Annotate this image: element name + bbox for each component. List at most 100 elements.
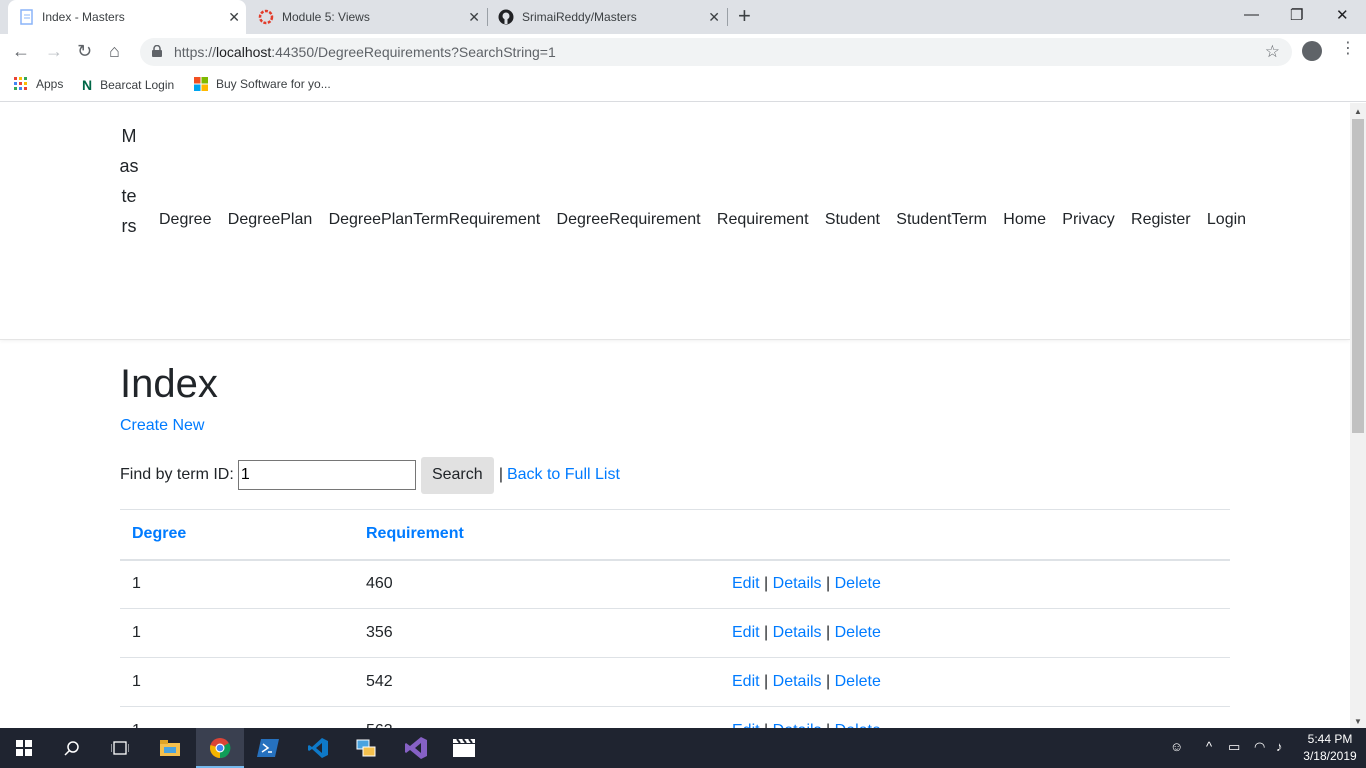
page-viewport: Masters Degree DegreePlan DegreePlanTerm… [0, 103, 1350, 728]
close-tab-icon[interactable]: ✕ [708, 9, 720, 26]
tab-github-masters[interactable]: SrimaiReddy/Masters ✕ [488, 0, 726, 34]
page-scrollbar[interactable]: ▲ ▼ [1350, 103, 1366, 728]
bookmark-label: Apps [36, 77, 64, 91]
battery-icon[interactable]: ▭ [1228, 739, 1240, 755]
tab-index-masters[interactable]: Index - Masters ✕ [8, 0, 246, 34]
task-view-icon[interactable] [96, 728, 144, 768]
people-icon[interactable]: ☺ [1170, 739, 1183, 754]
clock-time: 5:44 PM [1307, 732, 1353, 746]
site-brand[interactable]: Masters [119, 121, 139, 241]
cell-degree: 1 [120, 559, 354, 609]
scroll-down-icon[interactable]: ▼ [1354, 717, 1362, 726]
cell-actions: Edit | Details | Delete [720, 706, 1230, 728]
browser-toolbar: ← → ↻ ⌂ https://localhost:44350/DegreeRe… [0, 34, 1366, 70]
column-header-degree[interactable]: Degree [120, 509, 354, 561]
back-to-full-list-link[interactable]: Back to Full List [507, 466, 620, 484]
new-tab-icon[interactable]: + [738, 5, 751, 27]
close-tab-icon[interactable]: ✕ [468, 9, 480, 26]
address-bar[interactable]: https://localhost:44350/DegreeRequiremen… [140, 38, 1292, 66]
search-input[interactable] [237, 460, 416, 490]
visual-studio-icon[interactable] [392, 728, 440, 768]
cell-requirement: 542 [354, 657, 720, 707]
separator: | [764, 673, 769, 690]
table-row: 1 460 Edit | Details | Delete [120, 559, 1230, 609]
file-explorer-icon[interactable] [146, 728, 194, 768]
table-row: 1 542 Edit | Details | Delete [120, 657, 1230, 707]
scrollbar-thumb[interactable] [1352, 119, 1364, 433]
bookmark-buy-software[interactable]: Buy Software for yo... [194, 77, 331, 91]
restore-icon[interactable]: ❐ [1290, 6, 1303, 24]
cell-actions: Edit | Details | Delete [720, 559, 1230, 609]
microsoft-icon [194, 77, 208, 91]
nav-home[interactable]: Home [1003, 211, 1046, 229]
search-icon[interactable] [48, 728, 96, 768]
show-hidden-icons-icon[interactable]: ^ [1206, 739, 1212, 754]
vscode-icon[interactable] [294, 728, 342, 768]
bookmark-star-icon[interactable]: ☆ [1265, 42, 1280, 62]
menu-kebab-icon[interactable]: ⋮ [1340, 40, 1356, 58]
column-header-actions [720, 509, 1230, 561]
bookmark-label: Bearcat Login [100, 78, 175, 92]
video-editor-icon[interactable] [440, 728, 488, 768]
volume-icon[interactable]: ♪ [1276, 739, 1283, 754]
window-close-icon[interactable]: ✕ [1336, 6, 1349, 24]
page-title: Index [120, 362, 218, 406]
nav-privacy[interactable]: Privacy [1062, 211, 1114, 229]
cell-requirement: 563 [354, 706, 720, 728]
nav-degree[interactable]: Degree [159, 211, 211, 229]
wifi-icon[interactable]: ◠ [1254, 739, 1265, 755]
details-link[interactable]: Details [773, 624, 822, 641]
nav-login[interactable]: Login [1207, 211, 1246, 229]
details-link[interactable]: Details [773, 673, 822, 690]
tab-title: Index - Masters [42, 10, 125, 24]
cell-actions: Edit | Details | Delete [720, 608, 1230, 658]
nav-degreerequirement[interactable]: DegreeRequirement [557, 211, 701, 229]
cell-actions: Edit | Details | Delete [720, 657, 1230, 707]
chrome-icon[interactable] [196, 728, 244, 768]
nav-degreeplantermrequirement[interactable]: DegreePlanTermRequirement [329, 211, 541, 229]
nav-student[interactable]: Student [825, 211, 880, 229]
cell-degree: 1 [120, 706, 354, 728]
search-form: Find by term ID: Search | Back to Full L… [120, 456, 620, 494]
forward-arrow-icon[interactable]: → [45, 41, 63, 61]
reload-icon[interactable]: ↻ [77, 41, 92, 61]
system-clock[interactable]: 5:44 PM 3/18/2019 [1300, 731, 1360, 765]
table-row: 1 563 Edit | Details | Delete [120, 706, 1230, 728]
bookmarks-bar: Apps N Bearcat Login Buy Software for yo… [0, 70, 1366, 102]
search-button[interactable]: Search [420, 456, 494, 494]
tab-title: SrimaiReddy/Masters [522, 10, 637, 24]
powershell-icon[interactable] [244, 728, 292, 768]
bookmark-apps[interactable]: Apps [14, 77, 63, 91]
browser-tab-bar: Index - Masters ✕ Module 5: Views ✕ Srim… [0, 0, 1366, 34]
nav-degreeplan[interactable]: DegreePlan [228, 211, 313, 229]
close-tab-icon[interactable]: ✕ [228, 9, 240, 26]
details-link[interactable]: Details [773, 575, 822, 592]
nav-studentterm[interactable]: StudentTerm [896, 211, 987, 229]
network-app-icon[interactable] [342, 728, 390, 768]
delete-link[interactable]: Delete [835, 575, 881, 592]
bookmark-bearcat-login[interactable]: N Bearcat Login [82, 77, 174, 93]
delete-link[interactable]: Delete [835, 624, 881, 641]
back-arrow-icon[interactable]: ← [12, 41, 30, 61]
tab-module-5-views[interactable]: Module 5: Views ✕ [248, 0, 486, 34]
edit-link[interactable]: Edit [732, 624, 760, 641]
profile-avatar-icon[interactable] [1302, 41, 1322, 61]
cell-degree: 1 [120, 608, 354, 658]
edit-link[interactable]: Edit [732, 575, 760, 592]
delete-link[interactable]: Delete [835, 673, 881, 690]
create-new-link[interactable]: Create New [120, 417, 204, 435]
lock-icon [152, 45, 162, 57]
apps-grid-icon [14, 77, 27, 90]
home-icon[interactable]: ⌂ [109, 41, 120, 61]
scroll-up-icon[interactable]: ▲ [1354, 107, 1362, 116]
nav-requirement[interactable]: Requirement [717, 211, 809, 229]
separator: | [826, 673, 831, 690]
edit-link[interactable]: Edit [732, 673, 760, 690]
nav-register[interactable]: Register [1131, 211, 1191, 229]
canvas-icon [258, 9, 274, 25]
page-icon [20, 9, 33, 25]
column-header-requirement[interactable]: Requirement [354, 509, 720, 561]
minimize-icon[interactable]: — [1244, 6, 1259, 23]
windows-start-icon[interactable] [0, 728, 48, 768]
github-icon [498, 9, 514, 25]
